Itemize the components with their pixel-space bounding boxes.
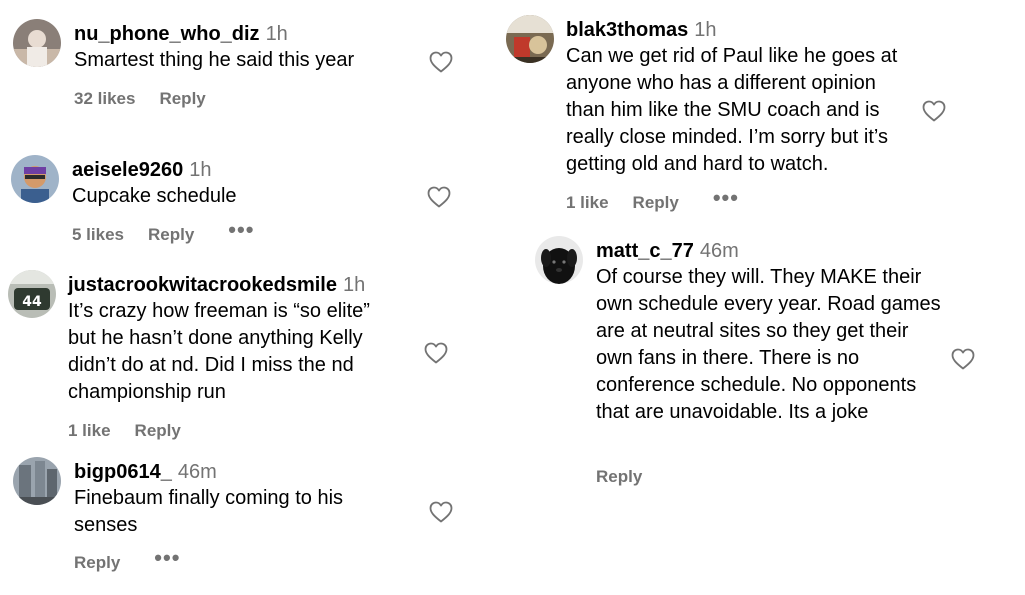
avatar[interactable] [535,236,583,284]
heart-outline-icon[interactable] [424,342,448,364]
comment-text: Can we get rid of Paul like he goes at a… [566,45,898,175]
heart-outline-icon[interactable] [429,501,453,523]
comment-text: It’s crazy how freeman is “so elite” but… [68,300,370,403]
reply-button[interactable]: Reply [135,421,181,441]
timestamp: 46m [699,240,739,262]
reply-button[interactable]: Reply [159,89,205,109]
more-options-icon[interactable]: ••• [713,187,739,209]
comment-actions: 32 likes Reply [74,89,206,109]
comment-actions: 5 likes Reply ••• [72,219,254,245]
username[interactable]: justacrookwitacrookedsmile [68,274,337,296]
more-options-icon[interactable]: ••• [228,219,254,241]
comment-actions: Reply [596,467,642,487]
likes-count[interactable]: 32 likes [74,89,135,109]
comment-text: Cupcake schedule [72,185,237,207]
comment-text: Finebaum finally coming to his senses [74,487,344,536]
avatar[interactable] [506,15,554,63]
avatar[interactable] [11,155,59,203]
comment-header: matt_c_77 46m [596,239,739,263]
timestamp: 1h [265,23,288,45]
comment-text: Of course they will. They MAKE their own… [596,266,941,423]
avatar[interactable] [13,19,61,67]
timestamp: 46m [177,461,217,483]
reply-button[interactable]: Reply [633,193,679,213]
comment-actions: 1 like Reply [68,421,181,441]
likes-count[interactable]: 5 likes [72,225,124,245]
heart-outline-icon[interactable] [429,51,453,73]
heart-outline-icon[interactable] [951,348,975,370]
comment-header: blak3thomas 1h [566,18,717,42]
username[interactable]: bigp0614_ [74,461,172,483]
likes-count[interactable]: 1 like [68,421,111,441]
heart-outline-icon[interactable] [427,186,451,208]
svg-text:44: 44 [22,294,42,310]
avatar[interactable] [13,457,61,505]
comment-actions: 1 like Reply ••• [566,187,739,213]
reply-button[interactable]: Reply [74,553,120,573]
likes-count[interactable]: 1 like [566,193,609,213]
username[interactable]: matt_c_77 [596,240,694,262]
reply-button[interactable]: Reply [596,467,642,487]
more-options-icon[interactable]: ••• [154,547,180,569]
comment-text: Smartest thing he said this year [74,49,355,71]
avatar[interactable]: 44 [8,270,56,318]
username[interactable]: blak3thomas [566,19,688,41]
username[interactable]: aeisele9260 [72,159,183,181]
timestamp: 1h [694,19,717,41]
reply-button[interactable]: Reply [148,225,194,245]
comment-header: justacrookwitacrookedsmile 1h [68,273,365,297]
timestamp: 1h [189,159,212,181]
comment-actions: Reply ••• [74,547,180,573]
comment-header: bigp0614_ 46m [74,460,217,484]
comment-header: aeisele9260 1h [72,158,211,182]
comment-header: nu_phone_who_diz 1h [74,22,288,46]
heart-outline-icon[interactable] [922,100,946,122]
username[interactable]: nu_phone_who_diz [74,23,260,45]
timestamp: 1h [342,274,366,296]
